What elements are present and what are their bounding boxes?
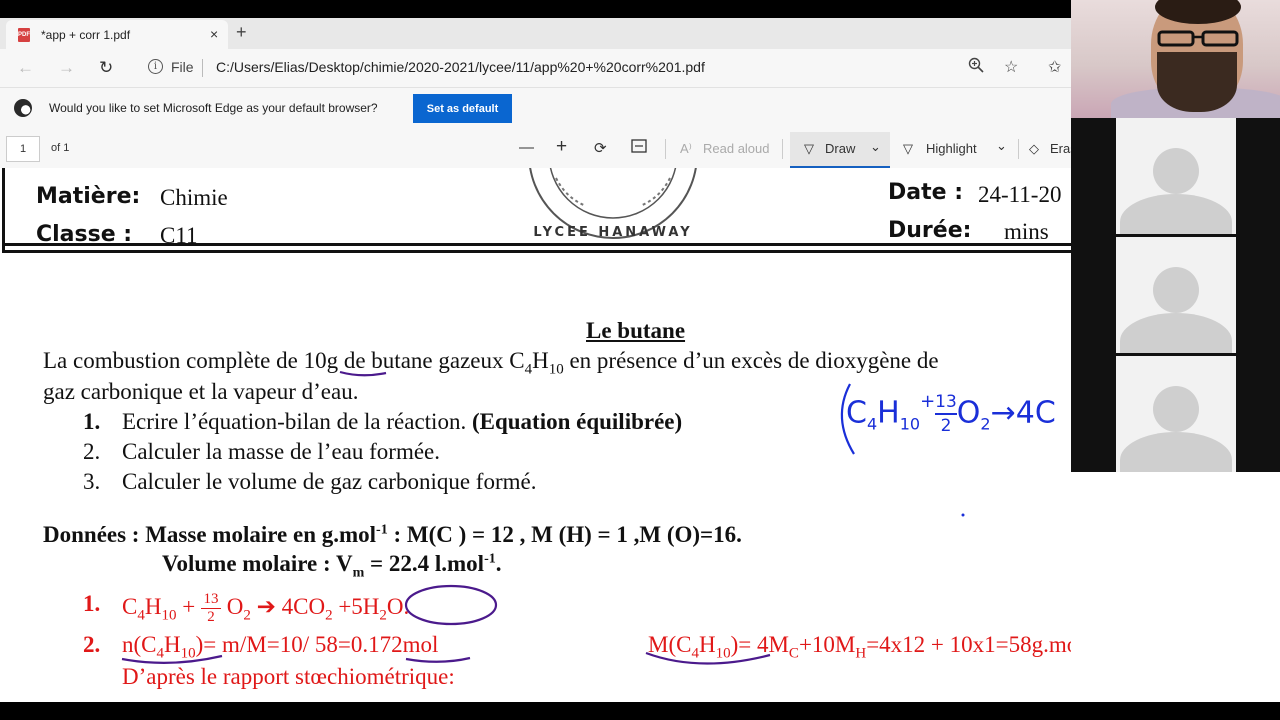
ink-underline-molar-mass — [645, 651, 771, 665]
handwritten-equation: C4H10+ 13 2 O2→4C — [846, 391, 1056, 436]
highlight-dropdown-chevron-icon[interactable]: ⌄ — [996, 138, 1007, 154]
presenter-glasses — [1157, 30, 1239, 47]
set-as-default-button[interactable]: Set as default — [413, 94, 512, 123]
rotate-icon[interactable]: ⟳ — [594, 139, 607, 157]
url-field[interactable]: C:/Users/Elias/Desktop/chimie/2020-2021/… — [216, 59, 705, 75]
toolbar-divider-2 — [782, 139, 783, 159]
draw-icon: ▽ — [804, 141, 814, 156]
toolbar-divider-3 — [1018, 139, 1019, 159]
address-divider — [202, 59, 203, 77]
participant-tile-1[interactable] — [1116, 118, 1236, 234]
new-tab-button[interactable]: + — [236, 22, 247, 43]
avatar-head-icon — [1153, 267, 1199, 313]
back-icon[interactable]: ← — [17, 58, 34, 78]
page-count: of 1 — [51, 142, 70, 154]
presenter-beard — [1157, 52, 1237, 112]
ink-circle-water — [404, 584, 498, 626]
participant-tile-2[interactable] — [1116, 237, 1236, 353]
read-aloud-button[interactable]: Read aloud — [703, 141, 770, 156]
default-browser-message: Would you like to set Microsoft Edge as … — [49, 101, 378, 115]
favorites-icon[interactable]: ✩ — [1048, 57, 1061, 77]
draw-label: Draw — [825, 141, 856, 156]
video-call-panel — [1071, 0, 1280, 472]
highlight-icon: ▽ — [903, 141, 913, 156]
tab-pdf[interactable]: PDF *app + corr 1.pdf × — [6, 20, 228, 49]
avatar-body-icon — [1120, 194, 1232, 234]
edge-logo-icon — [14, 99, 32, 117]
avatar-head-icon — [1153, 386, 1199, 432]
avatar-body-icon — [1120, 313, 1232, 353]
draw-button[interactable]: ▽ Draw ⌄ — [790, 132, 890, 168]
ink-underline-mass — [339, 370, 387, 377]
zoom-in-icon[interactable]: + — [556, 136, 567, 158]
zoom-out-icon[interactable]: — — [519, 139, 534, 156]
toolbar-divider — [665, 139, 666, 159]
zoom-icon[interactable] — [968, 57, 984, 78]
tab-bar: PDF *app + corr 1.pdf × + — [0, 18, 1071, 49]
highlight-button[interactable]: Highlight — [926, 141, 977, 156]
participant-tile-3[interactable] — [1116, 356, 1236, 472]
file-scheme-label: File — [171, 59, 194, 75]
avatar-head-icon — [1153, 148, 1199, 194]
ink-underline-n — [121, 654, 223, 664]
avatar-body-icon — [1120, 432, 1232, 472]
page-right-area — [1071, 472, 1280, 702]
ink-underline-value — [405, 656, 471, 663]
address-bar: ← → ↻ i File C:/Users/Elias/Desktop/chim… — [0, 49, 1071, 87]
draw-dropdown-chevron-icon[interactable]: ⌄ — [870, 139, 881, 155]
forward-icon[interactable]: → — [58, 58, 75, 78]
eraser-icon: ◇ — [1029, 141, 1039, 156]
info-icon[interactable]: i — [148, 59, 163, 74]
favorite-star-icon[interactable]: ☆ — [1004, 57, 1018, 77]
read-aloud-icon[interactable]: A⁾ — [680, 141, 692, 157]
refresh-icon[interactable]: ↻ — [99, 58, 113, 78]
tab-title: *app + corr 1.pdf — [41, 28, 131, 42]
default-browser-bar: Would you like to set Microsoft Edge as … — [0, 87, 1071, 131]
page-number-input[interactable]: 1 — [6, 136, 40, 162]
screen-bottom-border — [0, 702, 1280, 720]
fit-page-icon[interactable] — [631, 139, 647, 157]
pdf-toolbar: 1 of 1 — + ⟳ A⁾ Read aloud ▽ Draw ⌄ ▽ Hi… — [0, 130, 1071, 169]
ink-dot — [961, 513, 965, 517]
pdf-file-icon: PDF — [18, 28, 30, 42]
browser-window: PDF *app + corr 1.pdf × + ← → ↻ i File C… — [0, 18, 1071, 702]
hand-fraction: 13 2 — [935, 392, 957, 436]
pdf-page: Matière: Chimie Classe : C11 Date : 24-1… — [0, 168, 1071, 702]
erase-button[interactable]: Eras — [1050, 141, 1071, 156]
presenter-video — [1071, 0, 1280, 118]
close-tab-icon[interactable]: × — [210, 26, 218, 42]
